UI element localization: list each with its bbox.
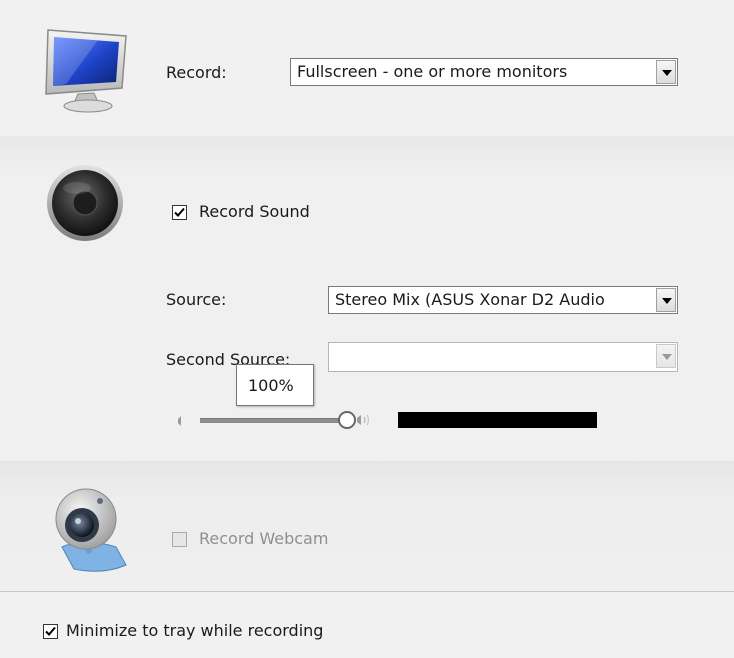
webcam-icon xyxy=(44,483,132,575)
volume-slider-thumb[interactable] xyxy=(338,411,356,429)
record-mode-dropdown[interactable]: Fullscreen - one or more monitors xyxy=(290,58,678,86)
chevron-down-icon[interactable] xyxy=(656,288,676,312)
chevron-down-icon xyxy=(656,344,676,368)
volume-slider-track[interactable] xyxy=(200,418,345,423)
source-value: Stereo Mix (ASUS Xonar D2 Audio xyxy=(335,290,605,309)
speaker-icon xyxy=(44,162,126,244)
second-source-dropdown xyxy=(328,342,678,372)
record-mode-value: Fullscreen - one or more monitors xyxy=(297,62,568,81)
volume-high-icon xyxy=(356,412,376,428)
source-label: Source: xyxy=(166,290,227,309)
record-sound-checkbox[interactable] xyxy=(172,205,187,220)
volume-tooltip: 100% xyxy=(236,364,314,406)
source-dropdown[interactable]: Stereo Mix (ASUS Xonar D2 Audio xyxy=(328,286,678,314)
record-section: Record: Fullscreen - one or more monitor… xyxy=(0,0,734,136)
record-label: Record: xyxy=(166,63,227,82)
minimize-to-tray-checkbox[interactable] xyxy=(43,624,58,639)
volume-tooltip-text: 100% xyxy=(248,376,294,395)
record-sound-label[interactable]: Record Sound xyxy=(199,202,310,221)
audio-level-meter xyxy=(398,412,597,428)
minimize-to-tray-label[interactable]: Minimize to tray while recording xyxy=(66,621,323,640)
record-webcam-label: Record Webcam xyxy=(199,529,329,548)
chevron-down-icon[interactable] xyxy=(656,60,676,84)
record-webcam-checkbox xyxy=(172,532,187,547)
monitor-icon xyxy=(38,22,134,118)
volume-low-icon xyxy=(176,413,186,427)
